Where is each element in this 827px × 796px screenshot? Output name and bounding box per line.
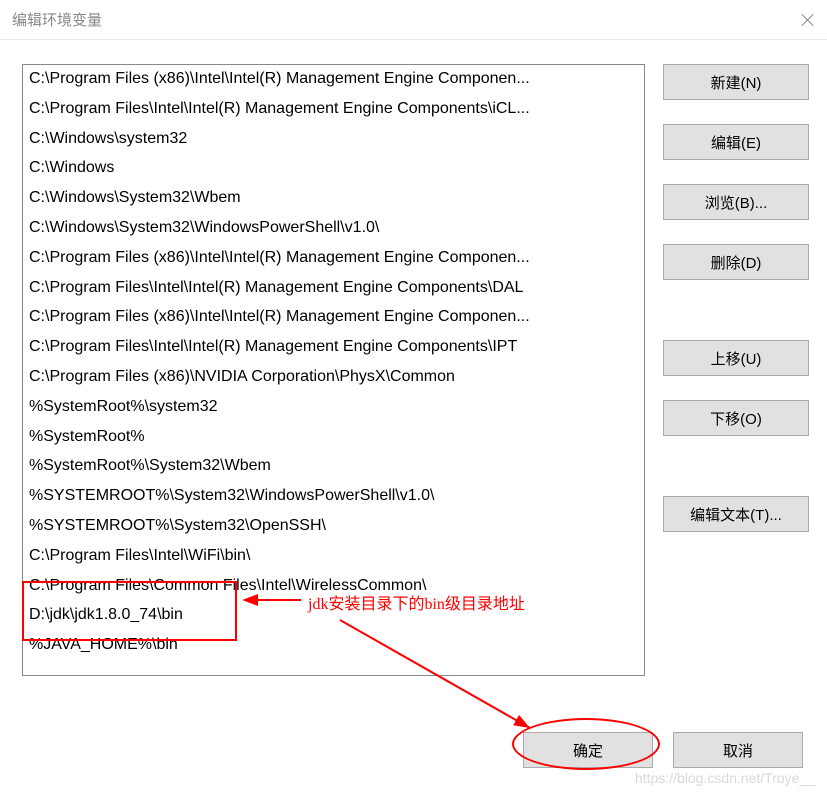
edit-button[interactable]: 编辑(E) [663,124,809,160]
list-item[interactable]: C:\Windows\System32\WindowsPowerShell\v1… [23,214,644,244]
movedown-button[interactable]: 下移(O) [663,400,809,436]
dialog-content: C:\Program Files (x86)\Intel\Intel(R) Ma… [0,40,827,676]
list-item[interactable]: %SystemRoot% [23,423,644,453]
close-icon[interactable] [801,13,815,27]
new-button[interactable]: 新建(N) [663,64,809,100]
list-item[interactable]: C:\Program Files\Intel\Intel(R) Manageme… [23,95,644,125]
list-item[interactable]: %SystemRoot%\System32\Wbem [23,452,644,482]
ok-button[interactable]: 确定 [523,732,653,768]
list-item[interactable]: C:\Program Files\Intel\Intel(R) Manageme… [23,274,644,304]
list-item[interactable]: C:\Windows [23,154,644,184]
list-item[interactable]: %SYSTEMROOT%\System32\OpenSSH\ [23,512,644,542]
list-item[interactable]: C:\Windows\system32 [23,125,644,155]
delete-button[interactable]: 删除(D) [663,244,809,280]
window-title: 编辑环境变量 [12,9,102,30]
list-item[interactable]: C:\Program Files\Intel\WiFi\bin\ [23,542,644,572]
titlebar: 编辑环境变量 [0,0,827,40]
list-item[interactable]: C:\Windows\System32\Wbem [23,184,644,214]
list-item[interactable]: C:\Program Files (x86)\Intel\Intel(R) Ma… [23,244,644,274]
list-item[interactable]: C:\Program Files (x86)\Intel\Intel(R) Ma… [23,65,644,95]
path-listbox[interactable]: C:\Program Files (x86)\Intel\Intel(R) Ma… [22,64,645,676]
list-item[interactable]: C:\Program Files\Intel\Intel(R) Manageme… [23,333,644,363]
dialog-footer: 确定 取消 [523,732,803,768]
list-item[interactable]: %SystemRoot%\system32 [23,393,644,423]
moveup-button[interactable]: 上移(U) [663,340,809,376]
browse-button[interactable]: 浏览(B)... [663,184,809,220]
sidebar-buttons: 新建(N) 编辑(E) 浏览(B)... 删除(D) 上移(U) 下移(O) 编… [663,64,809,676]
list-item[interactable]: C:\Program Files (x86)\Intel\Intel(R) Ma… [23,303,644,333]
list-item[interactable]: %JAVA_HOME%\bin [23,631,644,661]
list-item[interactable]: C:\Program Files\Common Files\Intel\Wire… [23,572,644,602]
cancel-button[interactable]: 取消 [673,732,803,768]
list-item[interactable]: D:\jdk\jdk1.8.0_74\bin [23,601,644,631]
list-item[interactable]: C:\Program Files (x86)\NVIDIA Corporatio… [23,363,644,393]
watermark: https://blog.csdn.net/Troye__ [635,770,815,786]
list-item[interactable]: %SYSTEMROOT%\System32\WindowsPowerShell\… [23,482,644,512]
edittext-button[interactable]: 编辑文本(T)... [663,496,809,532]
